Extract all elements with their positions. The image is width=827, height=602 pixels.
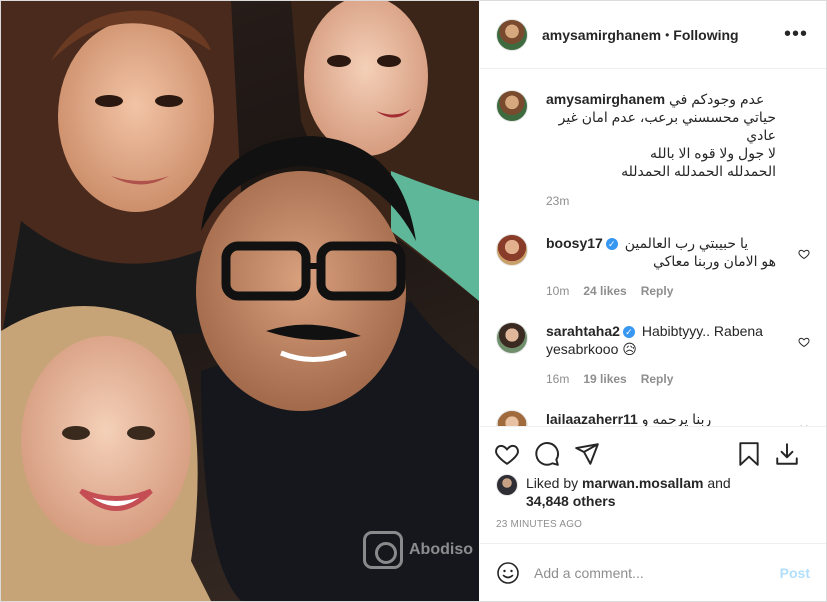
author-username[interactable]: amysamirghanem: [542, 27, 661, 43]
comment-likes[interactable]: 19 likes: [583, 372, 626, 386]
post-timestamp[interactable]: 23 MINUTES AGO: [496, 519, 582, 530]
more-icon[interactable]: •••: [784, 23, 808, 46]
comments-list[interactable]: amysamirghanem عدم وجودكم في حياتي محسسن…: [480, 70, 826, 426]
comment-line: يا حبيبتي رب العالمين: [624, 235, 749, 251]
caption: amysamirghanem عدم وجودكم في حياتي محسسن…: [496, 90, 810, 208]
share-icon[interactable]: [574, 441, 600, 467]
post-header: amysamirghanem • Following •••: [480, 1, 826, 69]
caption-text: amysamirghanem عدم وجودكم في حياتي محسسن…: [546, 90, 776, 180]
separator-dot: •: [665, 27, 670, 42]
post-button[interactable]: Post: [780, 565, 810, 581]
comment-line: هو الامان وربنا معاكي: [653, 253, 776, 269]
post-photo[interactable]: Abodiso: [1, 1, 479, 601]
watermark-text: Abodiso: [409, 541, 473, 558]
following-button[interactable]: Following: [673, 27, 738, 43]
liker-avatar[interactable]: [496, 474, 518, 496]
download-icon[interactable]: [774, 441, 800, 467]
comment-item: sarahtaha2 ✓ Habibtyyy.. Rabena yesabrkoo…: [496, 322, 810, 386]
heart-icon[interactable]: [494, 441, 520, 467]
comment-text: boosy17 ✓ يا حبيبتي رب العالمين هو الامان…: [546, 234, 776, 270]
comment-heart-icon[interactable]: [798, 248, 810, 260]
caption-line: الحمدلله الحمدلله الحمدلله: [621, 163, 776, 179]
others-count[interactable]: 34,848 others: [526, 493, 616, 509]
comment-time: 16m: [546, 372, 570, 386]
commenter-avatar[interactable]: [496, 410, 528, 426]
reply-button[interactable]: Reply: [641, 372, 674, 386]
verified-icon: ✓: [605, 238, 618, 251]
caption-line: عادي: [746, 127, 776, 143]
photo-illustration: [1, 1, 479, 601]
watermark: Abodiso: [363, 531, 473, 569]
comment-meta: 16m 19 likes Reply: [546, 372, 810, 386]
commenter-username[interactable]: boosy17: [546, 235, 603, 251]
caption-username[interactable]: amysamirghanem: [546, 91, 665, 107]
caption-meta: 23m: [546, 194, 810, 208]
side-panel: amysamirghanem • Following ••• amysamirg…: [480, 1, 826, 601]
liked-by-and: and: [707, 475, 731, 491]
comment-icon[interactable]: [534, 441, 560, 467]
liked-by: Liked by marwan.mosallam and 34,848 othe…: [496, 474, 766, 510]
caption-line: حياتي محسسني برعب، عدم امان غير: [558, 109, 776, 125]
comment-heart-icon[interactable]: [798, 336, 810, 348]
liked-by-prefix: Liked by: [526, 475, 579, 491]
author-avatar[interactable]: [496, 18, 528, 51]
caption-line: لا جول ولا قوه الا بالله: [650, 145, 776, 161]
emoji-icon[interactable]: [496, 561, 520, 585]
comment-line: ربنا يرحمه و: [641, 411, 712, 426]
instagram-logo-icon: [363, 531, 403, 569]
comment-item: lailaazaherr11 ربنا يرحمه و: [496, 410, 810, 426]
add-comment-bar: Post: [480, 543, 826, 601]
liker-username[interactable]: marwan.mosallam: [582, 475, 703, 491]
comment-meta: 10m 24 likes Reply: [546, 284, 810, 298]
commenter-username[interactable]: lailaazaherr11: [546, 411, 638, 426]
bookmark-icon[interactable]: [736, 441, 762, 467]
comment-item: boosy17 ✓ يا حبيبتي رب العالمين هو الامان…: [496, 234, 810, 298]
comment-text: lailaazaherr11 ربنا يرحمه و: [546, 410, 776, 426]
commenter-avatar[interactable]: [496, 234, 528, 266]
comment-time: 10m: [546, 284, 570, 298]
caption-line: عدم وجودكم في: [668, 91, 765, 107]
caption-avatar[interactable]: [496, 90, 528, 122]
comment-likes[interactable]: 24 likes: [583, 284, 626, 298]
post-dialog: Abodiso amysamirghanem • Following ••• a…: [0, 0, 827, 602]
comment-text: sarahtaha2 ✓ Habibtyyy.. Rabena yesabrkoo…: [546, 322, 776, 358]
comment-input[interactable]: [534, 564, 780, 581]
caption-time: 23m: [546, 194, 570, 208]
verified-icon: ✓: [622, 326, 635, 339]
reply-button[interactable]: Reply: [641, 284, 674, 298]
commenter-avatar[interactable]: [496, 322, 528, 354]
commenter-username[interactable]: sarahtaha2: [546, 323, 620, 339]
